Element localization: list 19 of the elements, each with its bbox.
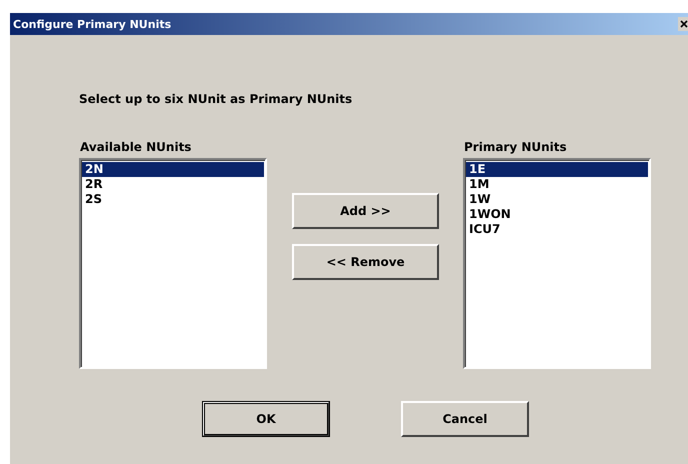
move-button[interactable]: Add >> xyxy=(292,193,439,229)
available-list[interactable]: 2N 2R 2S xyxy=(79,158,267,369)
list-item[interactable]: 2R xyxy=(82,177,264,192)
dialog-button[interactable]: Cancel xyxy=(401,401,529,437)
list-item[interactable]: 1E xyxy=(466,162,648,177)
primary-list[interactable]: 1E 1M 1W 1WON ICU7 xyxy=(463,158,651,369)
list-item[interactable]: 1M xyxy=(466,177,648,192)
list-item[interactable]: 2S xyxy=(82,192,264,207)
list-label: Available NUnits xyxy=(80,140,192,156)
window-title: Configure Primary NUnits xyxy=(12,18,172,30)
list-item[interactable]: 1W xyxy=(466,192,648,207)
list-label: Primary NUnits xyxy=(464,140,568,156)
instruction-text: Select up to six NUnit as Primary NUnits xyxy=(79,92,354,108)
list-item[interactable]: ICU7 xyxy=(466,222,648,237)
close-icon[interactable] xyxy=(678,17,688,31)
move-button[interactable]: << Remove xyxy=(292,244,439,280)
list-item[interactable]: 2N xyxy=(82,162,264,177)
dialog-button[interactable]: OK xyxy=(202,401,330,437)
list-item[interactable]: 1WON xyxy=(466,207,648,222)
